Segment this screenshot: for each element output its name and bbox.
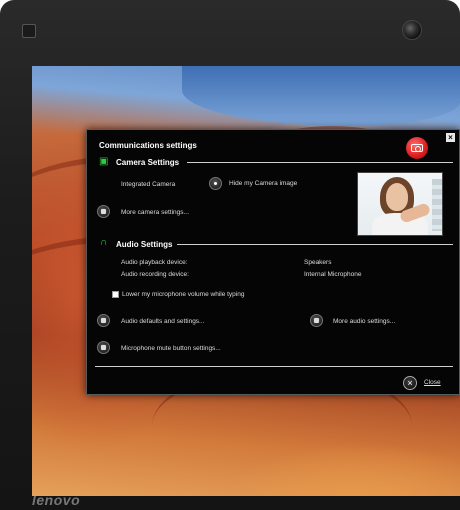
more-camera-settings-link[interactable]: More camera settings... [121,209,189,216]
close-button[interactable]: Close [424,379,441,386]
mic-mute-settings-link[interactable]: Microphone mute button settings... [121,345,221,352]
camera-device-name: Integrated Camera [121,181,176,188]
playback-device-value: Speakers [304,259,332,266]
bezel-button [22,24,36,38]
recording-device-value: Internal Microphone [304,271,362,278]
wallpaper-sky [182,66,460,126]
audio-defaults-button[interactable] [97,314,110,327]
camera-icon [406,137,428,159]
recording-device-label: Audio recording device: [121,271,189,278]
audio-defaults-link[interactable]: Audio defaults and settings... [121,318,204,325]
hide-camera-image-label[interactable]: Hide my Camera image [229,180,297,187]
camera-settings-header: Camera Settings [116,158,180,167]
close-icon[interactable]: × [403,376,417,390]
playback-device-label: Audio playback device: [121,259,188,266]
headset-icon: ∩ [100,237,108,248]
communications-settings-dialog: Communications settings × ▣ Camera Setti… [86,129,460,395]
more-audio-settings-link[interactable]: More audio settings... [333,318,395,325]
camera-preview [357,172,443,236]
webcam-lens [402,20,422,40]
section-divider [187,162,453,163]
footer-divider [95,366,453,367]
more-audio-settings-button[interactable] [310,314,323,327]
mic-mute-settings-button[interactable] [97,341,110,354]
more-camera-settings-button[interactable] [97,205,110,218]
audio-settings-header: Audio Settings [116,240,173,249]
hide-camera-image-radio[interactable] [209,177,222,190]
camera-icon: ▣ [99,156,109,167]
close-icon[interactable]: × [446,133,455,142]
dialog-title: Communications settings [99,141,197,150]
lower-mic-volume-label[interactable]: Lower my microphone volume while typing [122,291,244,298]
lower-mic-volume-checkbox[interactable] [112,291,119,298]
section-divider [177,244,453,245]
